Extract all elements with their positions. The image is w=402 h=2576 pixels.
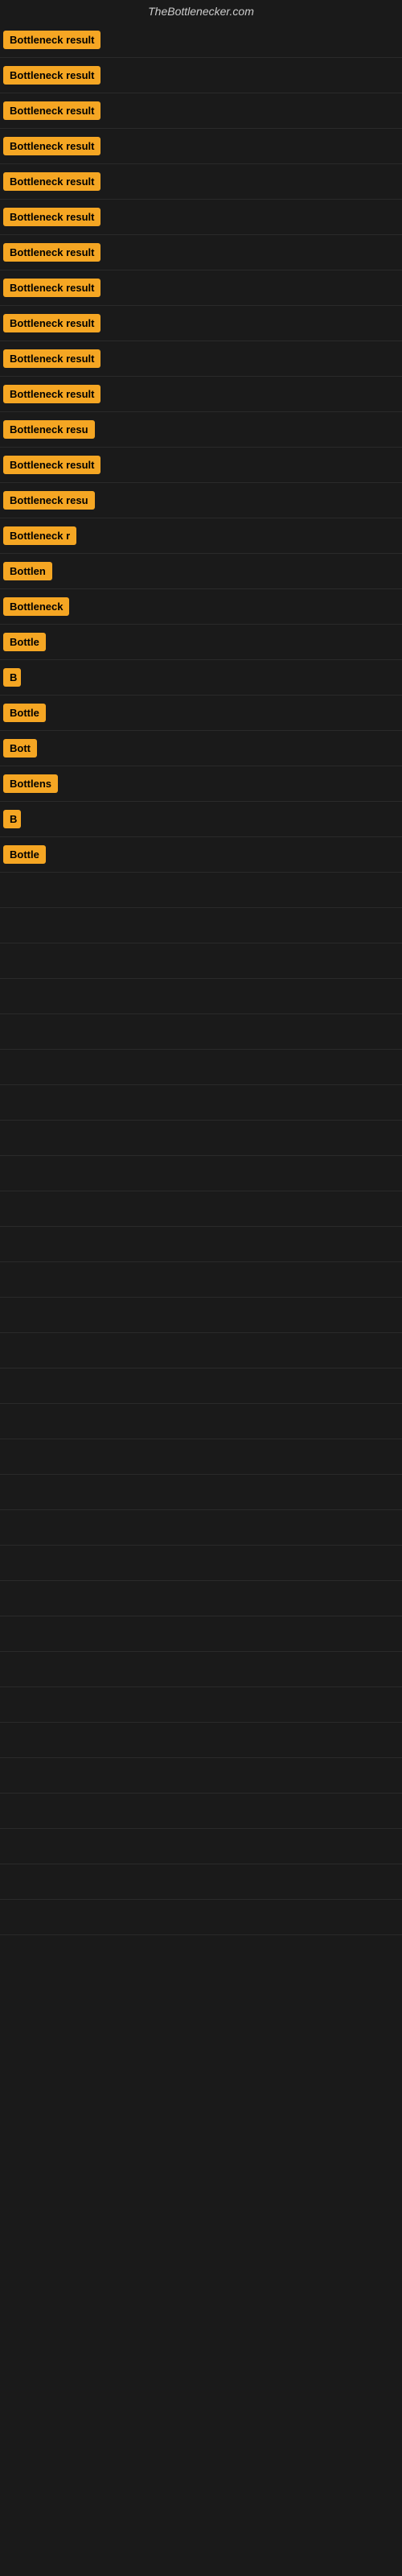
table-row: Bottleneck result [0,341,402,377]
table-row: Bottleneck result [0,235,402,270]
bottleneck-badge[interactable]: Bottleneck result [3,279,100,297]
bottleneck-badge[interactable]: Bottle [3,704,46,722]
table-row: Bottleneck result [0,93,402,129]
empty-row [0,1546,402,1581]
bottleneck-badge[interactable]: Bottleneck [3,597,69,616]
bottleneck-badge[interactable]: Bottleneck result [3,385,100,403]
bottleneck-badge[interactable]: B [3,668,21,687]
empty-row [0,1581,402,1616]
table-row: Bottleneck resu [0,483,402,518]
empty-row [0,1829,402,1864]
table-row: Bottleneck result [0,270,402,306]
empty-row [0,1652,402,1687]
bottleneck-badge[interactable]: Bottle [3,633,46,651]
bottleneck-badge[interactable]: Bottleneck result [3,172,100,191]
bottleneck-badge[interactable]: Bottleneck result [3,456,100,474]
table-row: Bottleneck result [0,129,402,164]
empty-row [0,1121,402,1156]
empty-row [0,1758,402,1794]
empty-row [0,1298,402,1333]
empty-row [0,979,402,1014]
empty-row [0,1050,402,1085]
empty-row [0,1723,402,1758]
table-row: Bottle [0,625,402,660]
empty-row [0,1368,402,1404]
bottleneck-badge[interactable]: B [3,810,21,828]
bottleneck-badge[interactable]: Bottlens [3,774,58,793]
table-row: Bottleneck result [0,448,402,483]
empty-row [0,1794,402,1829]
empty-row [0,1085,402,1121]
bottleneck-badge[interactable]: Bottle [3,845,46,864]
bottleneck-badge[interactable]: Bottleneck result [3,31,100,49]
bottleneck-badge[interactable]: Bottleneck result [3,137,100,155]
empty-row [0,1014,402,1050]
site-title: TheBottlenecker.com [0,0,402,23]
bottleneck-badge[interactable]: Bottlen [3,562,52,580]
table-row: Bottleneck result [0,306,402,341]
empty-row [0,1191,402,1227]
bottleneck-badge[interactable]: Bottleneck result [3,314,100,332]
empty-row [0,1333,402,1368]
table-row: Bottleneck [0,589,402,625]
table-row: Bottle [0,696,402,731]
bottleneck-badge[interactable]: Bottleneck result [3,208,100,226]
table-row: Bottle [0,837,402,873]
empty-row [0,908,402,943]
empty-row [0,1439,402,1475]
empty-row [0,873,402,908]
empty-row [0,1864,402,1900]
empty-row [0,1475,402,1510]
empty-row [0,1156,402,1191]
table-row: Bottleneck resu [0,412,402,448]
table-row: B [0,660,402,696]
empty-row [0,1900,402,1935]
bottleneck-badge[interactable]: Bottleneck result [3,349,100,368]
empty-row [0,1262,402,1298]
table-row: Bottleneck result [0,23,402,58]
bottleneck-badge[interactable]: Bottleneck result [3,101,100,120]
table-row: Bottleneck result [0,200,402,235]
rows-container: Bottleneck result Bottleneck result Bottle… [0,23,402,1935]
bottleneck-badge[interactable]: Bottleneck result [3,243,100,262]
bottleneck-badge[interactable]: Bottleneck r [3,526,76,545]
bottleneck-badge[interactable]: Bottleneck resu [3,420,95,439]
table-row: Bottleneck result [0,58,402,93]
table-row: Bott [0,731,402,766]
table-row: Bottleneck result [0,164,402,200]
table-row: Bottlens [0,766,402,802]
bottleneck-badge[interactable]: Bottleneck result [3,66,100,85]
bottleneck-badge[interactable]: Bott [3,739,37,758]
empty-row [0,1404,402,1439]
empty-row [0,1227,402,1262]
empty-row [0,1510,402,1546]
empty-row [0,943,402,979]
table-row: B [0,802,402,837]
bottleneck-badge[interactable]: Bottleneck resu [3,491,95,510]
empty-row [0,1616,402,1652]
empty-row [0,1687,402,1723]
table-row: Bottlen [0,554,402,589]
table-row: Bottleneck r [0,518,402,554]
table-row: Bottleneck result [0,377,402,412]
